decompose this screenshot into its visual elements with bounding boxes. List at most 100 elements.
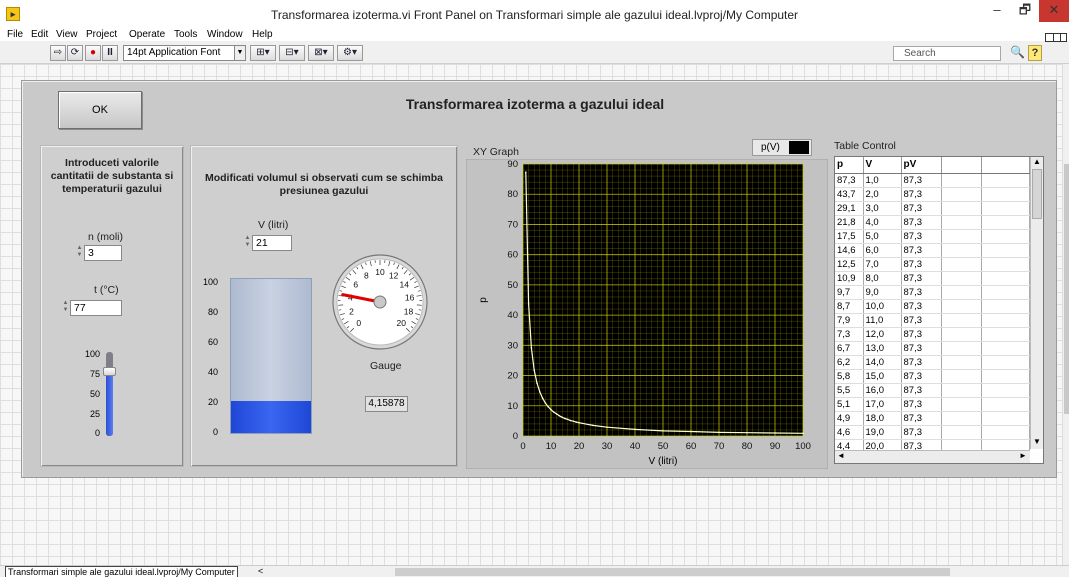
table-cell[interactable]: [941, 299, 982, 314]
table-cell[interactable]: 8,0: [863, 271, 902, 286]
table-cell[interactable]: [941, 327, 982, 342]
table-cell[interactable]: 43,7: [835, 187, 864, 202]
t-stepper-icon[interactable]: ▲ ▼: [61, 300, 70, 316]
table-cell[interactable]: 6,2: [835, 355, 864, 370]
table-cell[interactable]: [941, 201, 982, 216]
menu-project[interactable]: Project: [86, 29, 117, 41]
table-cell[interactable]: [981, 383, 1030, 398]
table-cell[interactable]: 18,0: [863, 411, 902, 426]
table-cell[interactable]: [981, 285, 1030, 300]
table-cell[interactable]: 19,0: [863, 425, 902, 440]
table-cell[interactable]: 16,0: [863, 383, 902, 398]
table-row[interactable]: 6,2 14,0 87,3: [835, 355, 1030, 370]
table-cell[interactable]: 87,3: [901, 341, 942, 356]
table-row[interactable]: 14,6 6,0 87,3: [835, 243, 1030, 258]
table-cell[interactable]: [941, 285, 982, 300]
table-cell[interactable]: 87,3: [901, 285, 942, 300]
table-vertical-scrollbar[interactable]: ▲ ▼: [1030, 157, 1043, 449]
table-cell[interactable]: [981, 215, 1030, 230]
font-select[interactable]: 14pt Application Font: [123, 45, 235, 61]
table-cell[interactable]: 10,0: [863, 299, 902, 314]
table-cell[interactable]: 12,0: [863, 327, 902, 342]
table-cell[interactable]: 87,3: [901, 229, 942, 244]
table-cell[interactable]: 1,0: [863, 173, 902, 188]
table-row[interactable]: 17,5 5,0 87,3: [835, 229, 1030, 244]
search-input[interactable]: Search: [893, 46, 1001, 61]
table-cell[interactable]: 9,0: [863, 285, 902, 300]
table-row[interactable]: 4,6 19,0 87,3: [835, 425, 1030, 440]
table-cell[interactable]: [941, 355, 982, 370]
table-cell[interactable]: [941, 369, 982, 384]
horizontal-scroll-thumb[interactable]: [395, 568, 950, 576]
table-cell[interactable]: 87,3: [901, 313, 942, 328]
table-cell[interactable]: 87,3: [901, 397, 942, 412]
table-cell[interactable]: 2,0: [863, 187, 902, 202]
abort-icon[interactable]: ●: [85, 45, 101, 61]
table-cell[interactable]: [981, 299, 1030, 314]
table-row[interactable]: 5,8 15,0 87,3: [835, 369, 1030, 384]
table-cell[interactable]: [941, 243, 982, 258]
table-cell[interactable]: 13,0: [863, 341, 902, 356]
table-row[interactable]: 21,8 4,0 87,3: [835, 215, 1030, 230]
table-row[interactable]: 7,3 12,0 87,3: [835, 327, 1030, 342]
table-cell[interactable]: [941, 397, 982, 412]
table-cell[interactable]: [981, 425, 1030, 440]
help-icon[interactable]: ?: [1028, 45, 1042, 61]
menu-window[interactable]: Window: [207, 29, 243, 41]
table-cell[interactable]: 14,6: [835, 243, 864, 258]
table-row[interactable]: 4,9 18,0 87,3: [835, 411, 1030, 426]
table-header-cell[interactable]: p: [835, 157, 864, 174]
table-cell[interactable]: [981, 201, 1030, 216]
menu-edit[interactable]: Edit: [31, 29, 48, 41]
table-cell[interactable]: 4,0: [863, 215, 902, 230]
table-cell[interactable]: [941, 257, 982, 272]
table-cell[interactable]: 87,3: [901, 411, 942, 426]
table-cell[interactable]: [981, 411, 1030, 426]
xy-graph[interactable]: 0 10 20 30 40 50 60 70 80 90 100 0 10 20 30 40 50 60 70 80 9…: [466, 159, 828, 469]
n-stepper-icon[interactable]: ▲ ▼: [75, 245, 84, 261]
scroll-up-icon[interactable]: ▲: [1033, 157, 1041, 166]
table-cell[interactable]: 10,9: [835, 271, 864, 286]
table-row[interactable]: 9,7 9,0 87,3: [835, 285, 1030, 300]
table-cell[interactable]: 6,0: [863, 243, 902, 258]
table-cell[interactable]: [981, 397, 1030, 412]
v-input[interactable]: 21: [252, 235, 292, 251]
table-horizontal-scrollbar[interactable]: ◄ ►: [835, 450, 1030, 463]
table-cell[interactable]: 87,3: [835, 173, 864, 188]
table-cell[interactable]: 8,7: [835, 299, 864, 314]
table-control[interactable]: p VpV 87,3 1,0 87,3 43,7 2,0 87,3 29,1 3,0 87,3 21…: [834, 156, 1044, 464]
table-cell[interactable]: [941, 341, 982, 356]
close-button[interactable]: ✕: [1039, 0, 1069, 22]
table-cell[interactable]: 87,3: [901, 369, 942, 384]
scroll-left-icon[interactable]: ◄: [837, 451, 845, 460]
chevron-down-icon[interactable]: ▼: [234, 45, 246, 61]
table-cell[interactable]: 87,3: [901, 383, 942, 398]
table-cell[interactable]: 4,6: [835, 425, 864, 440]
table-cell[interactable]: [941, 229, 982, 244]
n-input[interactable]: 3: [84, 245, 122, 261]
maximize-button[interactable]: 🗗: [1010, 0, 1040, 22]
menu-file[interactable]: File: [7, 29, 23, 41]
resize-icon[interactable]: ⊠▾: [308, 45, 334, 61]
table-cell[interactable]: 7,9: [835, 313, 864, 328]
table-header-cell[interactable]: [981, 157, 1030, 174]
plot-style-icon[interactable]: [789, 141, 809, 154]
table-cell[interactable]: [941, 425, 982, 440]
table-cell[interactable]: 12,5: [835, 257, 864, 272]
table-cell[interactable]: [941, 215, 982, 230]
menu-tools[interactable]: Tools: [174, 29, 197, 41]
table-cell[interactable]: 21,8: [835, 215, 864, 230]
table-cell[interactable]: [941, 313, 982, 328]
table-row[interactable]: 10,9 8,0 87,3: [835, 271, 1030, 286]
table-cell[interactable]: 7,0: [863, 257, 902, 272]
table-cell[interactable]: 5,8: [835, 369, 864, 384]
table-cell[interactable]: 5,1: [835, 397, 864, 412]
table-cell[interactable]: 4,9: [835, 411, 864, 426]
table-cell[interactable]: [981, 257, 1030, 272]
table-cell[interactable]: [941, 271, 982, 286]
table-cell[interactable]: 5,0: [863, 229, 902, 244]
table-cell[interactable]: 87,3: [901, 187, 942, 202]
run-continuously-icon[interactable]: ⟳: [67, 45, 83, 61]
table-header-cell[interactable]: V: [863, 157, 902, 174]
table-cell[interactable]: [981, 229, 1030, 244]
